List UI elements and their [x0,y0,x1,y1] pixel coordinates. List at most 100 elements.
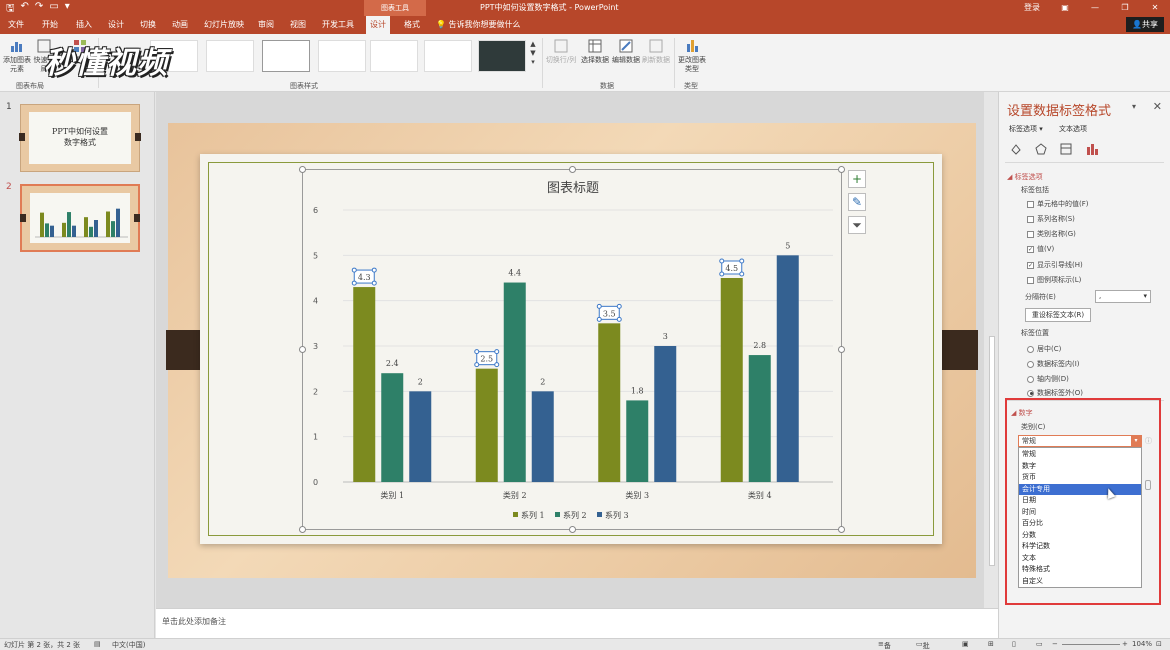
chart-style-7[interactable] [478,40,526,72]
scrollbar-thumb[interactable] [989,336,995,566]
tab-insert[interactable]: 插入 [72,16,96,34]
resize-handle[interactable] [838,526,845,533]
data-label[interactable]: 3.5 [603,309,616,318]
data-label[interactable]: 3 [663,332,668,341]
label-handle[interactable] [596,316,602,322]
effects-icon[interactable] [1034,142,1048,156]
label-handle[interactable] [739,258,745,264]
label-options-icon[interactable] [1085,142,1099,156]
slide-sorter-icon[interactable]: ⊞ [988,640,994,648]
bar-1[interactable] [353,287,376,482]
category-option[interactable]: 文本 [1019,553,1141,565]
fill-line-icon[interactable] [1009,142,1023,156]
chevron-down-icon[interactable]: ▾ [1131,436,1141,446]
bar-2[interactable] [381,373,404,482]
checkbox-leader-lines[interactable]: ✓ 显示引导线(H) [1027,260,1083,270]
bar-3[interactable] [409,391,432,482]
resize-handle[interactable] [299,526,306,533]
tab-chart-design[interactable]: 设计 [366,16,390,34]
slide-thumbnail-2[interactable] [20,184,140,252]
slideshow-icon[interactable]: ▭ [1036,640,1043,648]
checkbox-series-name[interactable]: 系列名称(S) [1027,214,1075,224]
tab-view[interactable]: 视图 [286,16,310,34]
close-icon[interactable]: ✕ [1140,0,1170,16]
category-option[interactable]: 百分比 [1019,518,1141,530]
spellcheck-icon[interactable]: ▤ [94,640,101,648]
resize-handle[interactable] [838,346,845,353]
share-button[interactable]: 👤共享 [1126,17,1164,32]
tab-slideshow[interactable]: 幻灯片放映 [200,16,248,34]
tab-chart-format[interactable]: 格式 [400,16,424,34]
category-option[interactable]: 常规 [1019,449,1141,461]
label-handle[interactable] [719,258,725,264]
resize-handle[interactable] [838,166,845,173]
resize-handle[interactable] [299,346,306,353]
label-handle[interactable] [474,349,480,355]
ribbon-display-options-icon[interactable]: ▣ [1050,0,1080,16]
category-select[interactable]: 常规 ▾ [1018,435,1142,447]
bar-3[interactable] [531,391,554,482]
add-chart-element-button[interactable]: 添加图表元素 [2,38,32,74]
bar-3[interactable] [654,346,677,482]
category-option[interactable]: 科学记数 [1019,541,1141,553]
data-label[interactable]: 2.8 [753,341,766,350]
notes-toggle[interactable]: ≡ 备注 [878,640,891,650]
login-button[interactable]: 登录 [1014,0,1050,16]
edit-data-button[interactable]: 编辑数据 [612,38,640,65]
bar-1[interactable] [475,368,498,482]
select-data-button[interactable]: 选择数据 [580,38,610,65]
label-handle[interactable] [596,303,602,309]
resize-handle[interactable] [569,526,576,533]
radio-center[interactable]: 居中(C) [1027,344,1061,354]
data-label[interactable]: 4.4 [508,269,521,278]
chart-styles-button[interactable]: ✎ [848,193,866,211]
chart-title[interactable]: 图表标题 [547,181,599,196]
chart-style-5[interactable] [370,40,418,72]
tab-transitions[interactable]: 切换 [136,16,160,34]
minimize-icon[interactable]: — [1080,0,1110,16]
label-handle[interactable] [616,303,622,309]
tab-review[interactable]: 审阅 [254,16,278,34]
change-chart-type-button[interactable]: 更改图表类型 [676,38,708,74]
checkbox-category-name[interactable]: 类别名称(G) [1027,229,1076,239]
close-icon[interactable]: ✕ [1153,100,1162,113]
zoom-level[interactable]: 104% [1132,640,1152,648]
switch-row-column-button[interactable]: 切换行/列 [544,38,578,65]
zoom-out-icon[interactable]: − [1052,640,1058,648]
subtab-label-options[interactable]: 标签选项 ▾ [1009,124,1043,134]
label-handle[interactable] [739,271,745,277]
legend-entry[interactable]: 系列 1 [521,510,545,520]
section-label-options[interactable]: ◢ 标签选项 [1007,172,1043,182]
label-handle[interactable] [351,280,357,286]
data-label[interactable]: 2 [540,377,545,386]
checkbox-legend-key[interactable]: 图例项标示(L) [1027,275,1081,285]
chart-style-6[interactable] [424,40,472,72]
legend-entry[interactable]: 系列 2 [563,510,587,520]
label-handle[interactable] [351,267,357,273]
category-option[interactable]: 自定义 [1019,576,1141,588]
checkbox-value[interactable]: ✓ 值(V) [1027,244,1054,254]
tab-animations[interactable]: 动画 [168,16,192,34]
normal-view-icon[interactable]: ▣ [962,640,969,648]
vertical-scrollbar[interactable] [986,92,998,608]
reset-label-text-button[interactable]: 重设标签文本(R) [1025,308,1091,322]
checkbox-cell-value[interactable]: 单元格中的值(F) [1027,199,1089,209]
label-handle[interactable] [371,267,377,273]
category-option[interactable]: 会计专用 [1019,483,1141,495]
fit-to-window-icon[interactable]: ⊡ [1156,640,1162,648]
radio-outside-end[interactable]: 数据标签外(O) [1027,388,1083,398]
bar-1[interactable] [598,323,621,482]
chart-style-3[interactable] [262,40,310,72]
label-handle[interactable] [616,316,622,322]
language[interactable]: 中文(中国) [112,640,145,650]
bar-1[interactable] [720,278,743,482]
chart-filters-button[interactable]: ⏷ [848,216,866,234]
legend-entry[interactable]: 系列 3 [605,510,629,520]
category-option[interactable]: 特殊格式 [1019,564,1141,576]
bar-2[interactable] [503,282,526,482]
chart-style-2[interactable] [206,40,254,72]
category-option[interactable]: 数字 [1019,461,1141,473]
radio-inside-base[interactable]: 轴内侧(D) [1027,374,1069,384]
chart-elements-button[interactable]: + [848,170,866,188]
tell-me-box[interactable]: 💡 告诉我你想要做什么 [436,16,521,34]
